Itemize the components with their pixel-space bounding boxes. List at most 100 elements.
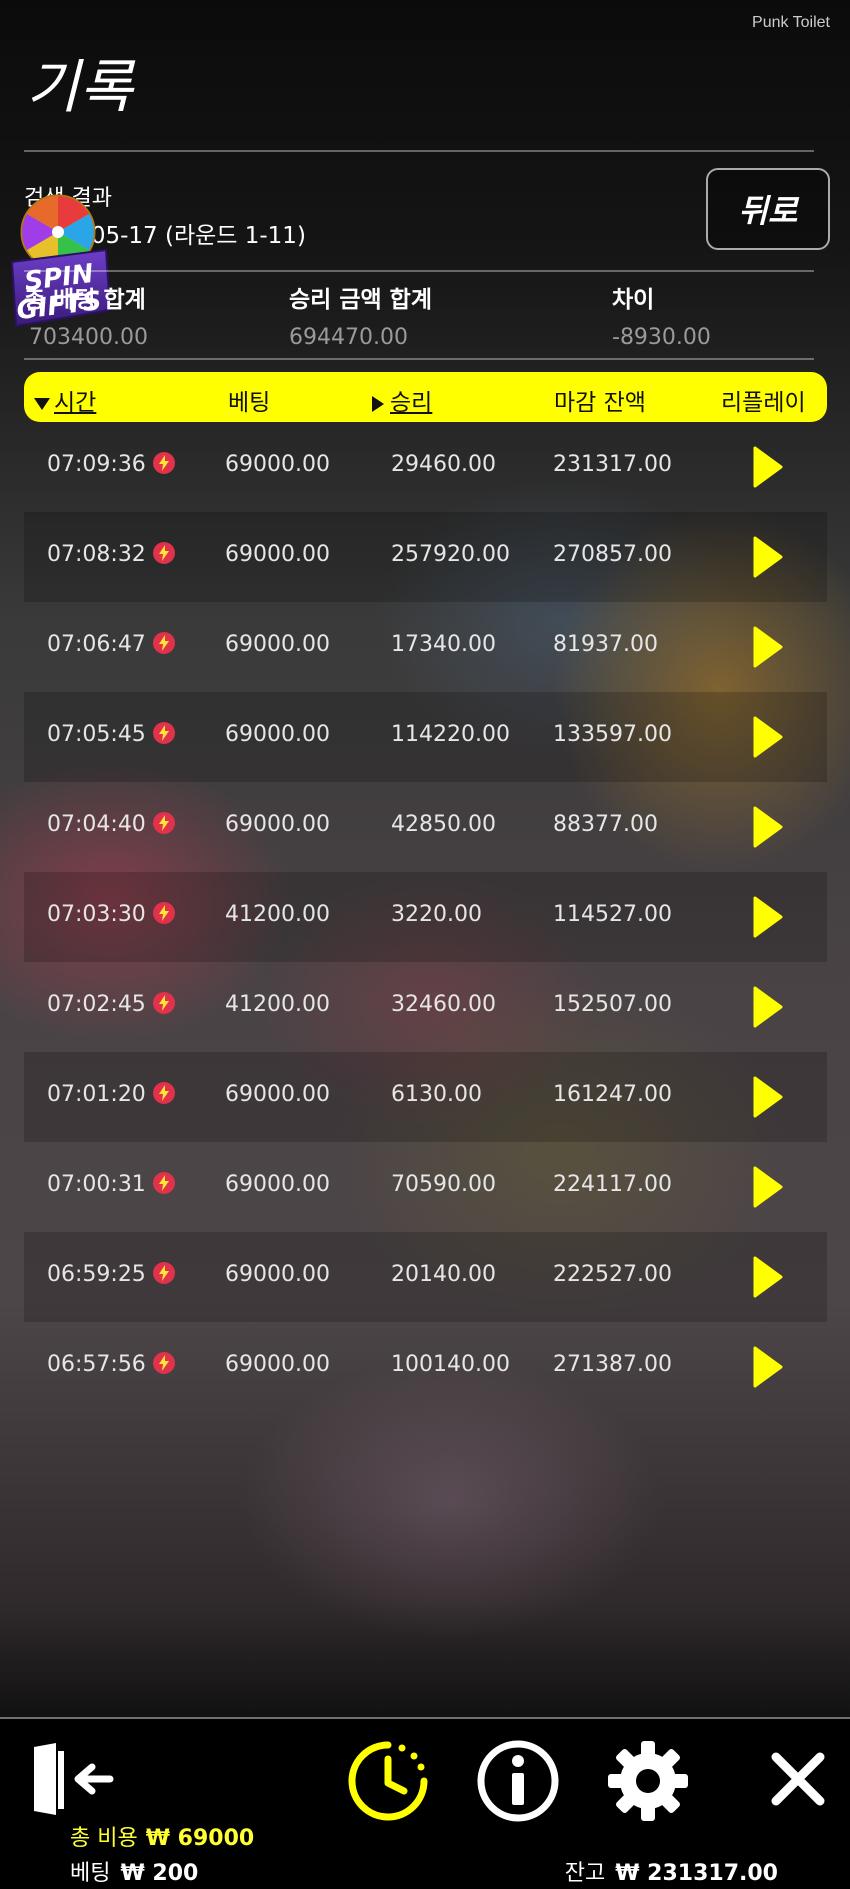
- row-bet: 41200.00: [225, 902, 330, 927]
- row-balance: 114527.00: [553, 902, 672, 927]
- replay-play-icon[interactable]: [752, 895, 784, 939]
- difference-label: 차이: [612, 287, 655, 313]
- info-button[interactable]: [476, 1739, 560, 1827]
- column-bet-label[interactable]: 베팅: [228, 383, 270, 417]
- replay-play-icon[interactable]: [752, 985, 784, 1029]
- row-time: 07:02:45: [47, 992, 146, 1017]
- table-row: 07:06:47 69000.00 17340.00 81937.00: [24, 602, 827, 692]
- replay-play-icon[interactable]: [752, 805, 784, 849]
- table-row: 07:09:36 69000.00 29460.00 231317.00: [24, 422, 827, 512]
- replay-play-icon[interactable]: [752, 535, 784, 579]
- column-balance-label[interactable]: 마감 잔액: [554, 383, 646, 417]
- row-win: 42850.00: [391, 812, 496, 837]
- back-button[interactable]: 뒤로: [706, 168, 830, 250]
- row-bet: 69000.00: [225, 1172, 330, 1197]
- total-win-value: 694470.00: [289, 325, 408, 350]
- replay-play-icon[interactable]: [752, 625, 784, 669]
- row-bet: 69000.00: [225, 812, 330, 837]
- row-bet: 69000.00: [225, 1262, 330, 1287]
- page-title: 기록: [26, 53, 133, 121]
- row-time: 07:09:36: [47, 452, 146, 477]
- bolt-icon: [153, 452, 175, 474]
- replay-play-icon[interactable]: [752, 715, 784, 759]
- bolt-icon: [153, 1172, 175, 1194]
- row-balance: 270857.00: [553, 542, 672, 567]
- row-balance: 133597.00: [553, 722, 672, 747]
- table-row: 07:08:32 69000.00 257920.00 270857.00: [24, 512, 827, 602]
- row-win: 257920.00: [391, 542, 510, 567]
- row-time: 06:57:56: [47, 1352, 146, 1377]
- total-bet-value: 703400.00: [29, 325, 148, 350]
- divider: [24, 150, 814, 152]
- table-row: 07:00:31 69000.00 70590.00 224117.00: [24, 1142, 827, 1232]
- close-button[interactable]: [770, 1751, 826, 1811]
- column-win-label: 승리: [390, 390, 433, 416]
- row-win: 114220.00: [391, 722, 510, 747]
- table-header: 시간 베팅 승리 마감 잔액 리플레이: [24, 372, 827, 422]
- row-time: 07:04:40: [47, 812, 146, 837]
- row-win: 17340.00: [391, 632, 496, 657]
- replay-play-icon[interactable]: [752, 1345, 784, 1389]
- balance-value: ₩ 231317.00: [615, 1861, 778, 1886]
- row-bet: 69000.00: [225, 1352, 330, 1377]
- table-row: 07:02:45 41200.00 32460.00 152507.00: [24, 962, 827, 1052]
- total-cost-label: 총 비용: [70, 1826, 138, 1851]
- replay-play-icon[interactable]: [752, 445, 784, 489]
- row-win: 6130.00: [391, 1082, 482, 1107]
- row-win: 3220.00: [391, 902, 482, 927]
- sort-win-header[interactable]: 승리: [372, 383, 432, 417]
- replay-play-icon[interactable]: [752, 1255, 784, 1299]
- row-win: 20140.00: [391, 1262, 496, 1287]
- table-row: 07:01:20 69000.00 6130.00 161247.00: [24, 1052, 827, 1142]
- row-time: 07:08:32: [47, 542, 146, 567]
- bolt-icon: [153, 542, 175, 564]
- total-win-label: 승리 금액 합계: [289, 287, 432, 313]
- row-bet: 69000.00: [225, 1082, 330, 1107]
- column-replay-label: 리플레이: [721, 390, 806, 416]
- sort-desc-icon: [34, 397, 50, 410]
- replay-play-icon[interactable]: [752, 1075, 784, 1119]
- exit-button[interactable]: [28, 1741, 114, 1821]
- replay-play-icon[interactable]: [752, 1165, 784, 1209]
- table-row: 06:59:25 69000.00 20140.00 222527.00: [24, 1232, 827, 1322]
- history-button[interactable]: [346, 1739, 430, 1827]
- bolt-icon: [153, 902, 175, 924]
- brand-label: Punk Toilet: [752, 14, 830, 31]
- row-win: 29460.00: [391, 452, 496, 477]
- bolt-icon: [153, 1262, 175, 1284]
- table-row: 07:04:40 69000.00 42850.00 88377.00: [24, 782, 827, 872]
- sort-time-header[interactable]: 시간: [34, 383, 96, 417]
- row-time: 07:06:47: [47, 632, 146, 657]
- divider: [24, 358, 814, 360]
- total-cost-value: ₩ 69000: [145, 1826, 255, 1851]
- bolt-icon: [153, 632, 175, 654]
- balance: 잔고 ₩ 231317.00: [565, 1855, 778, 1887]
- divider: [24, 270, 814, 272]
- total-cost: 총 비용 ₩ 69000: [70, 1820, 254, 1852]
- row-bet: 69000.00: [225, 632, 330, 657]
- row-bet: 69000.00: [225, 722, 330, 747]
- row-win: 100140.00: [391, 1352, 510, 1377]
- bolt-icon: [153, 992, 175, 1014]
- table-row: 06:57:56 69000.00 100140.00 271387.00: [24, 1322, 827, 1412]
- history-icon: [348, 1741, 428, 1821]
- bolt-icon: [153, 812, 175, 834]
- row-balance: 231317.00: [553, 452, 672, 477]
- settings-button[interactable]: [606, 1739, 690, 1827]
- info-icon: [477, 1740, 559, 1822]
- row-balance: 88377.00: [553, 812, 658, 837]
- balance-label: 잔고: [564, 1861, 606, 1886]
- row-bet: 69000.00: [225, 452, 330, 477]
- row-balance: 271387.00: [553, 1352, 672, 1377]
- bet-value: ₩ 200: [120, 1861, 199, 1886]
- row-time: 07:00:31: [47, 1172, 146, 1197]
- row-time: 07:03:30: [47, 902, 146, 927]
- bolt-icon: [153, 1082, 175, 1104]
- current-bet: 베팅 ₩ 200: [70, 1855, 198, 1887]
- table-row: 07:05:45 69000.00 114220.00 133597.00: [24, 692, 827, 782]
- row-win: 70590.00: [391, 1172, 496, 1197]
- row-bet: 41200.00: [225, 992, 330, 1017]
- row-balance: 222527.00: [553, 1262, 672, 1287]
- row-bet: 69000.00: [225, 542, 330, 567]
- row-time: 07:05:45: [47, 722, 146, 747]
